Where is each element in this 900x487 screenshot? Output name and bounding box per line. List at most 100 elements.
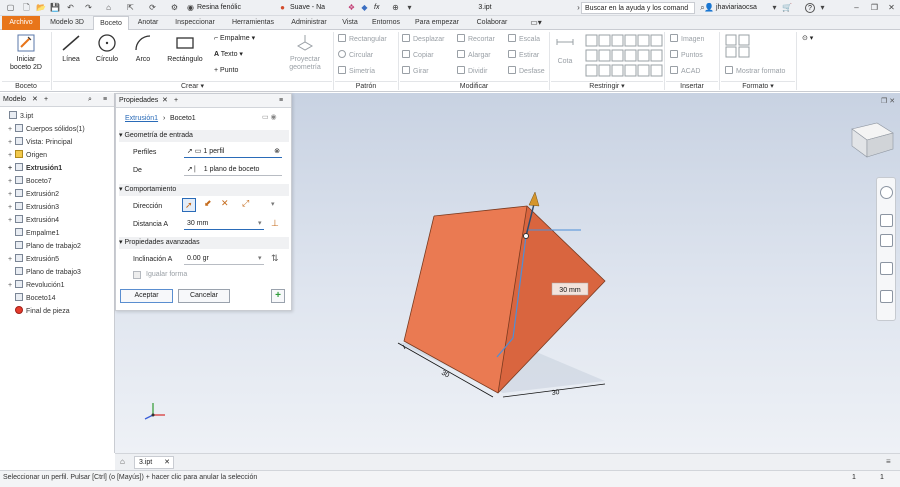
text-button[interactable]: A Texto ▾ [214, 50, 243, 60]
document-tab[interactable]: 3.ipt ✕ [134, 456, 174, 469]
distance-measure-icon[interactable]: ⊥ [271, 218, 279, 229]
pan-icon[interactable] [880, 214, 893, 227]
viewport-restore-icon[interactable]: ❐ ✕ [881, 97, 895, 105]
properties-close-icon[interactable]: ✕ [162, 94, 168, 108]
tree-item[interactable]: + Extrusión3 [2, 201, 114, 214]
profile-clear-icon[interactable]: ⊗ [274, 147, 280, 157]
search-tree-icon[interactable]: ⌕ [88, 93, 92, 107]
tab-archivo[interactable]: Archivo [2, 16, 40, 30]
taper-input[interactable]: 0.00 gr [184, 254, 264, 265]
format-style-icons[interactable] [725, 34, 795, 58]
points-button[interactable]: Puntos [670, 50, 703, 61]
pattern-circular-button[interactable]: Circular [338, 50, 373, 61]
direction-asymmetric-button[interactable]: ⤢ [242, 198, 249, 209]
user-name[interactable]: jhaviariaocsa [716, 2, 768, 14]
home-tab-icon[interactable]: ⌂ [120, 457, 125, 466]
project-geometry-button[interactable]: Proyectar geometría [284, 32, 326, 72]
tree-expand-icon[interactable]: + [8, 188, 15, 201]
user-dropdown-icon[interactable]: ▾ [770, 3, 779, 12]
properties-add-icon[interactable]: + [174, 94, 178, 108]
tree-expand-icon[interactable]: + [8, 214, 15, 227]
tab-inspeccionar[interactable]: Inspeccionar [167, 16, 223, 30]
pattern-rectangular-button[interactable]: Rectangular [338, 34, 387, 45]
help-search-input[interactable]: Buscar en la ayuda y los comand [581, 2, 695, 14]
properties-menu-icon[interactable]: ≡ [279, 94, 283, 108]
start-sketch-button[interactable]: Iniciar boceto 2D [6, 32, 46, 72]
tree-item[interactable]: Final de pieza [2, 305, 114, 318]
arc-button[interactable]: Arco [128, 32, 158, 64]
new-file-icon[interactable]: 🗋 [22, 3, 31, 12]
document-tab-close-icon[interactable]: ✕ [164, 457, 170, 468]
tab-extra-icon[interactable]: ▭▾ [525, 16, 547, 30]
section-advanced[interactable]: ▾ Propiedades avanzadas [119, 237, 289, 249]
ok-button[interactable]: Aceptar [120, 289, 173, 303]
tree-item[interactable]: Boceto14 [2, 292, 114, 305]
browser-menu-icon[interactable]: ≡ [103, 93, 107, 107]
tree-item[interactable]: Plano de trabajo2 [2, 240, 114, 253]
appearance-select[interactable]: Suave - Na [290, 2, 340, 14]
adjust-icon[interactable]: ❖ [347, 3, 356, 12]
tree-expand-icon[interactable]: + [8, 162, 15, 175]
direction-default-button[interactable]: ➚ [182, 198, 196, 212]
show-format-button[interactable]: Mostrar formato [725, 66, 785, 77]
tab-colaborar[interactable]: Colaborar [467, 16, 517, 30]
scale-button[interactable]: Escala [508, 34, 540, 45]
distance-input[interactable]: 30 mm [184, 219, 264, 230]
tree-item[interactable]: + Origen [2, 149, 114, 162]
cart-icon[interactable]: 🛒 [782, 3, 792, 12]
tree-expand-icon[interactable]: + [8, 136, 15, 149]
open-file-icon[interactable]: 📂 [36, 3, 46, 12]
tab-entornos[interactable]: Entornos [365, 16, 407, 30]
extrude-grip-point[interactable] [523, 233, 529, 239]
tree-item[interactable]: + Extrusión2 [2, 188, 114, 201]
move-button[interactable]: Desplazar [402, 34, 445, 45]
circle-button[interactable]: Círculo [91, 32, 123, 64]
preset-icons[interactable]: ▭ ◉ [262, 113, 277, 123]
zoom-icon[interactable] [880, 234, 893, 247]
tab-vista[interactable]: Vista [337, 16, 363, 30]
customize-icon[interactable]: ⊕ [391, 3, 400, 12]
fillet-button[interactable]: ⌐ Empalme ▾ [214, 34, 255, 44]
look-at-icon[interactable] [880, 290, 893, 303]
tab-herramientas[interactable]: Herramientas [225, 16, 281, 30]
tree-expand-icon[interactable]: + [8, 175, 15, 188]
tree-item[interactable]: + Extrusión4 [2, 214, 114, 227]
clear-icon[interactable]: ◆ [360, 3, 369, 12]
tree-expand-icon[interactable]: + [8, 253, 15, 266]
model-tab-close-icon[interactable]: ✕ [32, 93, 38, 107]
tree-expand-icon[interactable]: + [8, 123, 15, 136]
select-icon[interactable]: ⇱ [126, 3, 135, 12]
steering-wheel-icon[interactable] [880, 186, 893, 199]
image-button[interactable]: Imagen [670, 34, 704, 45]
close-icon[interactable]: ✕ [887, 3, 896, 12]
rotate-button[interactable]: Girar [402, 66, 429, 77]
tree-item[interactable]: + Revolución1 [2, 279, 114, 292]
tab-anotar[interactable]: Anotar [131, 16, 165, 30]
tab-para-empezar[interactable]: Para empezar [409, 16, 465, 30]
match-shape-checkbox[interactable] [133, 271, 141, 279]
view-cube[interactable] [851, 122, 894, 158]
copy-button[interactable]: Copiar [402, 50, 434, 61]
orbit-icon[interactable] [880, 262, 893, 275]
redo-icon[interactable]: ↷ [84, 3, 93, 12]
tree-item[interactable]: + Boceto7 [2, 175, 114, 188]
tree-item[interactable]: + Extrusión1 [2, 162, 114, 175]
save-icon[interactable]: 💾 [50, 3, 60, 12]
material-select[interactable]: Resina fenólic [197, 2, 275, 14]
stretch-button[interactable]: Estirar [508, 50, 539, 61]
update-icon[interactable]: ⟳ [148, 3, 157, 12]
acad-button[interactable]: ACAD [670, 66, 700, 77]
minimize-icon[interactable]: – [852, 3, 861, 12]
taper-dropdown-icon[interactable]: ▾ [258, 254, 262, 262]
restore-icon[interactable]: ❐ [870, 3, 879, 12]
settings-icon[interactable]: ⚙ [170, 3, 179, 12]
tree-item[interactable]: 3.ipt [2, 110, 114, 123]
breadcrumb-sketch[interactable]: Boceto1 [170, 114, 196, 124]
trim-button[interactable]: Recortar [457, 34, 495, 45]
offset-button[interactable]: Desfase [508, 66, 545, 77]
point-button[interactable]: + Punto [214, 66, 238, 76]
constraint-icons[interactable] [585, 34, 663, 78]
model-tab-label[interactable]: Modelo [3, 93, 26, 107]
section-input-geometry[interactable]: ▾ Geometría de entrada [119, 130, 289, 142]
dropdown-icon[interactable]: ▾ [405, 3, 414, 12]
